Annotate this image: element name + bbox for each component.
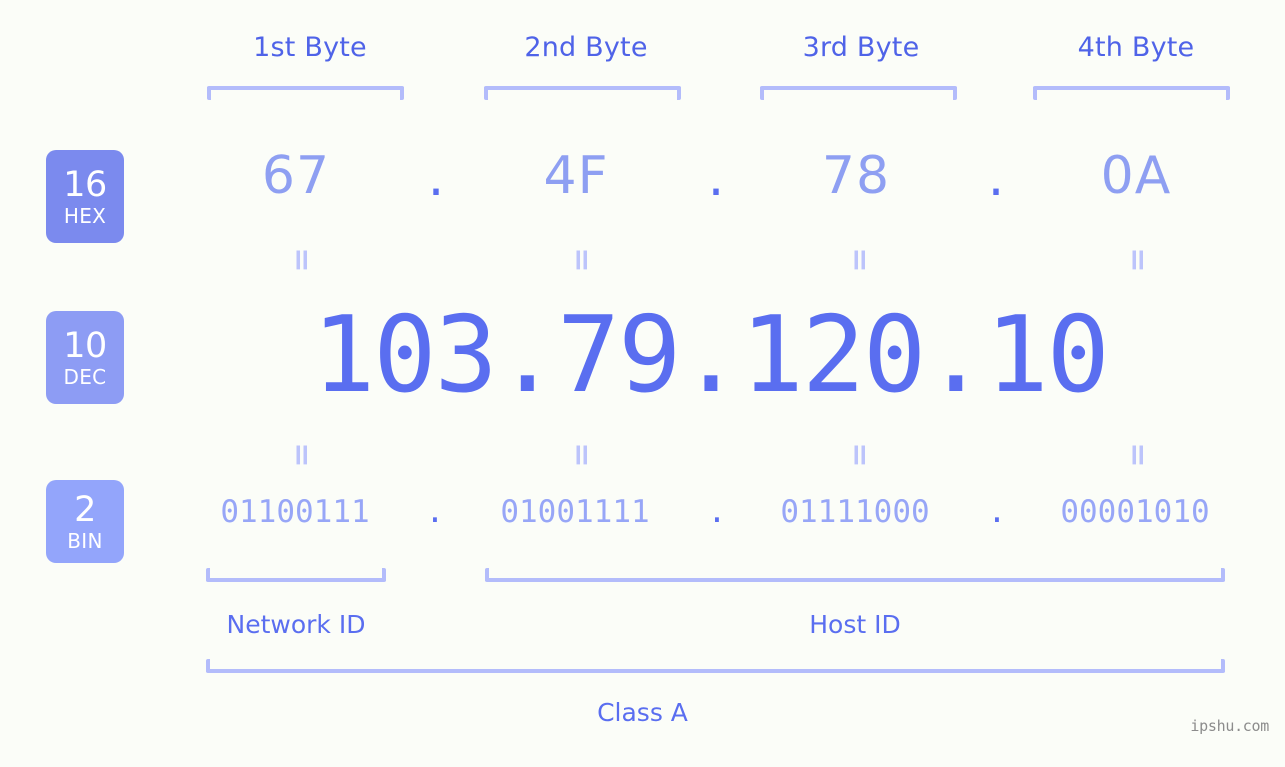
ip-address-breakdown-diagram: 1st Byte 2nd Byte 3rd Byte 4th Byte 16 H… — [0, 0, 1285, 767]
binary-octet-3: 01111000 — [780, 494, 930, 530]
binary-octet-2: 01001111 — [500, 494, 650, 530]
base-badge-hex-name: HEX — [63, 203, 107, 228]
byte-bracket-4 — [1033, 86, 1230, 100]
equals-hex-dec-3: = — [842, 247, 877, 273]
equals-hex-dec-4: = — [1120, 247, 1155, 273]
equals-hex-dec-2: = — [564, 247, 599, 273]
byte-header-3: 3rd Byte — [802, 32, 920, 63]
byte-bracket-1 — [207, 86, 404, 100]
hex-separator-3: . — [987, 148, 1005, 208]
base-badge-bin: 2 BIN — [46, 480, 124, 563]
binary-octet-1: 01100111 — [220, 494, 370, 530]
base-badge-hex: 16 HEX — [46, 150, 124, 243]
class-label: Class A — [597, 698, 688, 727]
byte-bracket-3 — [760, 86, 957, 100]
equals-dec-bin-3: = — [842, 442, 877, 468]
hex-octet-4: 0A — [1100, 146, 1172, 206]
host-id-bracket — [485, 568, 1225, 582]
equals-dec-bin-1: = — [284, 442, 319, 468]
network-id-bracket — [206, 568, 386, 582]
equals-hex-dec-1: = — [284, 247, 319, 273]
equals-dec-bin-4: = — [1120, 442, 1155, 468]
equals-dec-bin-2: = — [564, 442, 599, 468]
site-watermark: ipshu.com — [1190, 717, 1269, 735]
decimal-ip-address: 103.79.120.10 — [312, 293, 1110, 416]
class-bracket — [206, 659, 1225, 673]
hex-separator-1: . — [427, 148, 445, 208]
hex-separator-2: . — [707, 148, 725, 208]
base-badge-bin-number: 2 — [74, 489, 96, 530]
base-badge-hex-number: 16 — [63, 164, 107, 205]
byte-header-1: 1st Byte — [253, 32, 367, 63]
base-badge-dec-number: 10 — [63, 325, 107, 366]
host-id-label: Host ID — [809, 610, 901, 639]
byte-header-4: 4th Byte — [1077, 32, 1195, 63]
binary-octet-4: 00001010 — [1060, 494, 1210, 530]
byte-header-2: 2nd Byte — [524, 32, 648, 63]
byte-bracket-2 — [484, 86, 681, 100]
base-badge-bin-name: BIN — [67, 528, 103, 553]
hex-octet-1: 67 — [261, 146, 331, 206]
hex-octet-3: 78 — [821, 146, 891, 206]
hex-octet-2: 4F — [543, 146, 609, 206]
network-id-label: Network ID — [226, 610, 366, 639]
base-badge-dec: 10 DEC — [46, 311, 124, 404]
base-badge-dec-name: DEC — [63, 364, 107, 389]
